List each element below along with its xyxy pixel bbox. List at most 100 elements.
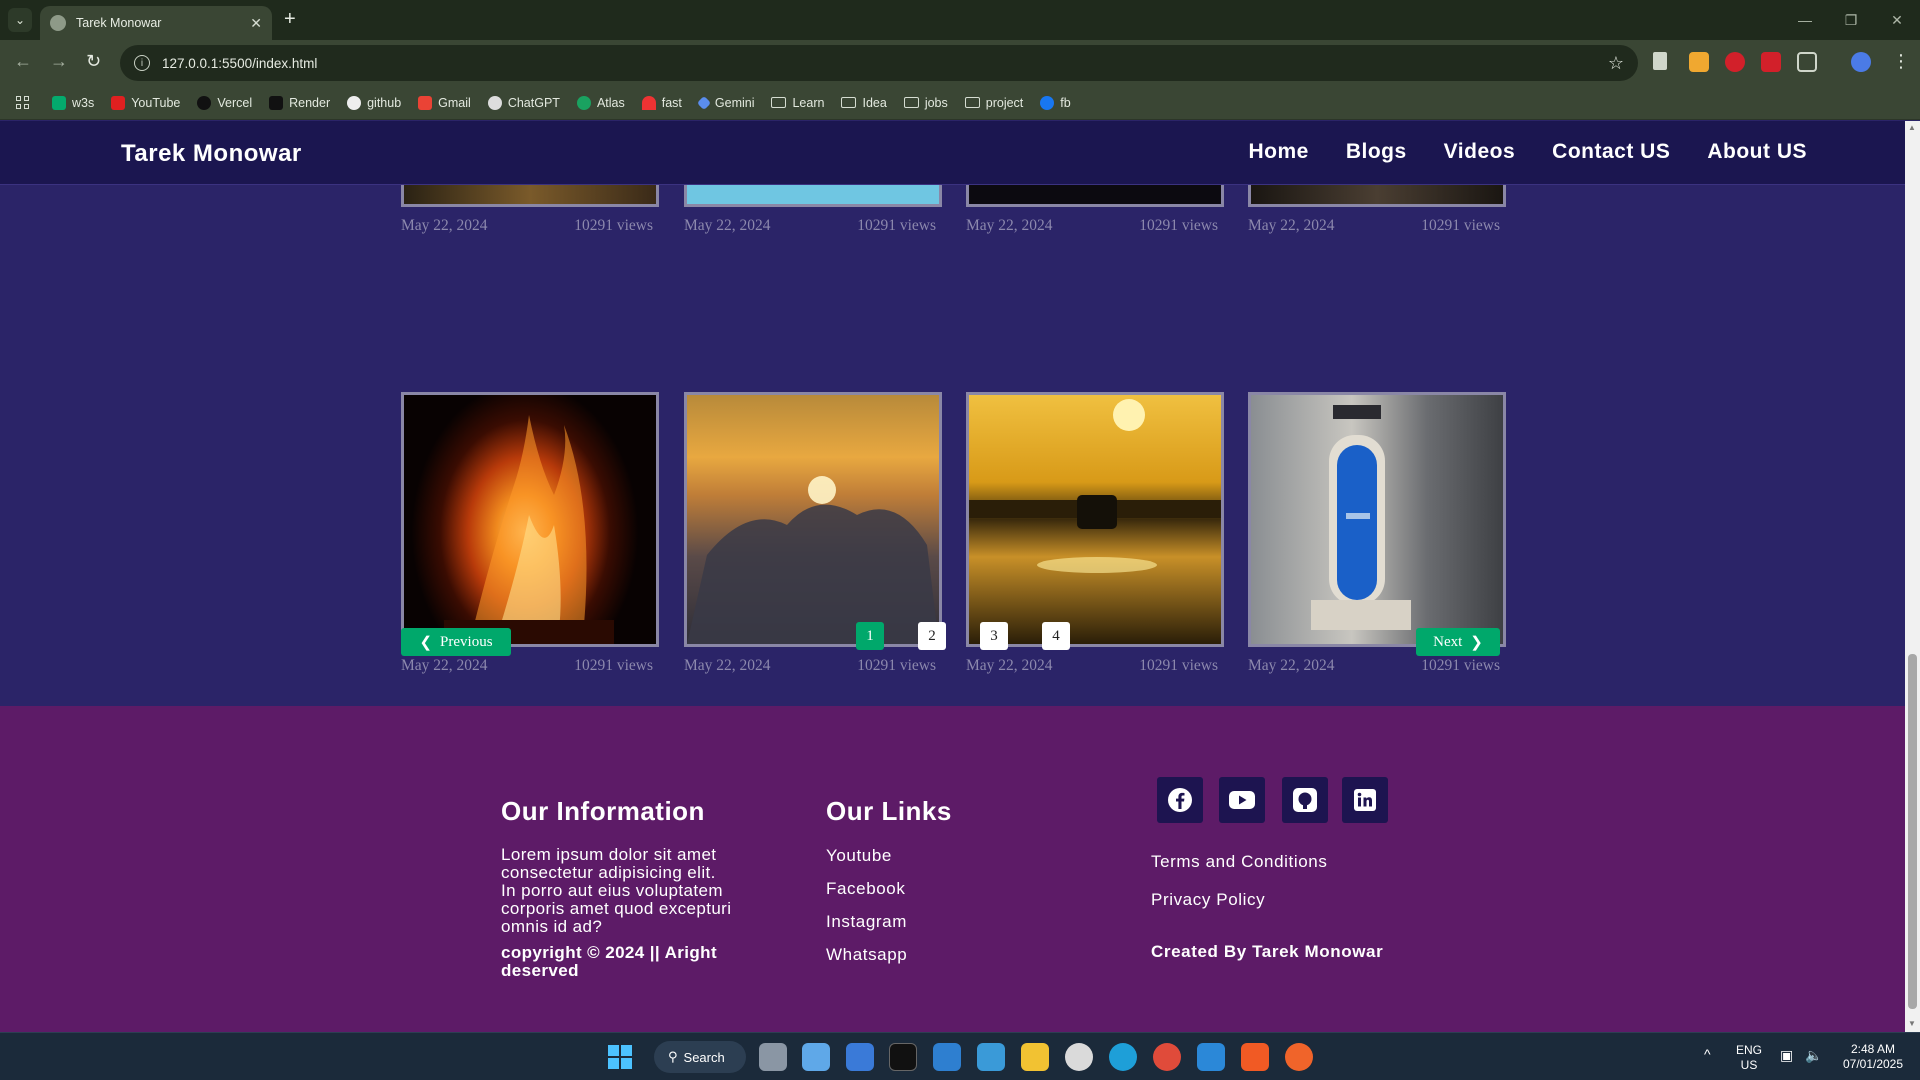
scroll-up-arrow-icon[interactable]: ▲ xyxy=(1908,123,1916,132)
more-menu-icon[interactable]: ⋮ xyxy=(1892,51,1910,72)
chrome-icon[interactable] xyxy=(1153,1043,1181,1071)
photos-icon[interactable] xyxy=(933,1043,961,1071)
nav-videos[interactable]: Videos xyxy=(1444,140,1515,164)
page-2-button[interactable]: 2 xyxy=(918,622,946,650)
store-icon[interactable] xyxy=(846,1043,874,1071)
terminal-icon[interactable] xyxy=(889,1043,917,1071)
gallery-card[interactable]: May 22, 2024 10291 views xyxy=(966,185,1224,235)
campfire-image[interactable] xyxy=(401,392,659,647)
network-icon[interactable]: ▣ xyxy=(1780,1048,1793,1063)
card-views: 10291 views xyxy=(1421,217,1500,234)
page-4-button[interactable]: 4 xyxy=(1042,622,1070,650)
footer-link-youtube[interactable]: Youtube xyxy=(826,846,892,866)
previous-button[interactable]: ❮ Previous xyxy=(401,628,511,656)
bookmark-w3s[interactable]: w3s xyxy=(52,95,94,110)
nav-home[interactable]: Home xyxy=(1248,140,1308,164)
blue-door-image[interactable] xyxy=(1248,392,1506,647)
bookmark-gmail[interactable]: Gmail xyxy=(418,95,471,110)
github-icon[interactable] xyxy=(1282,777,1328,823)
nav-about-us[interactable]: About US xyxy=(1707,140,1807,164)
card-image[interactable] xyxy=(966,185,1224,207)
new-tab-button[interactable]: + xyxy=(284,8,296,31)
facebook-icon[interactable] xyxy=(1157,777,1203,823)
postman-icon[interactable] xyxy=(1285,1043,1313,1071)
brave-icon[interactable] xyxy=(1241,1043,1269,1071)
page-1-button[interactable]: 1 xyxy=(856,622,884,650)
vscode-icon[interactable] xyxy=(1197,1043,1225,1071)
windows-start-icon[interactable] xyxy=(606,1043,634,1071)
bookmark-chatgpt[interactable]: ChatGPT xyxy=(487,95,560,110)
card-date: May 22, 2024 xyxy=(1248,657,1335,674)
privacy-link[interactable]: Privacy Policy xyxy=(1151,890,1265,910)
forward-arrow-icon[interactable]: → xyxy=(50,51,68,72)
restore-button[interactable]: ❐ xyxy=(1828,0,1874,40)
task-view-icon[interactable] xyxy=(759,1043,787,1071)
close-tab-icon[interactable]: ✕ xyxy=(250,15,262,32)
volume-icon[interactable]: 🔈 xyxy=(1805,1048,1822,1063)
nav-contact-us[interactable]: Contact US xyxy=(1552,140,1670,164)
widgets-icon[interactable] xyxy=(802,1043,830,1071)
bookmark-fb[interactable]: fb xyxy=(1040,95,1071,110)
next-button[interactable]: Next ❯ xyxy=(1416,628,1500,656)
back-arrow-icon[interactable]: ← xyxy=(14,51,32,72)
show-hidden-icons[interactable]: ^ xyxy=(1704,1047,1711,1062)
profile-avatar-icon[interactable] xyxy=(1851,52,1871,72)
linkedin-icon[interactable] xyxy=(1342,777,1388,823)
site-info-icon[interactable]: i xyxy=(134,55,150,71)
bookmark-folder-jobs[interactable]: jobs xyxy=(903,96,948,110)
bookmark-github[interactable]: github xyxy=(347,95,401,110)
page-scrollbar[interactable]: ▲ ▼ xyxy=(1905,121,1920,1032)
gmail-icon xyxy=(418,95,433,110)
eyedropper-extension-icon[interactable] xyxy=(1653,52,1667,70)
bookmark-vercel[interactable]: Vercel xyxy=(197,95,252,110)
gallery-card[interactable]: May 22, 2024 10291 views xyxy=(684,185,942,235)
gallery-card[interactable]: May 22, 2024 10291 views xyxy=(1248,185,1506,235)
url-text[interactable]: 127.0.0.1:5500/index.html xyxy=(162,56,1608,71)
card-image[interactable] xyxy=(684,185,942,207)
card-image[interactable] xyxy=(401,185,659,207)
bookmark-render[interactable]: Render xyxy=(269,95,330,110)
close-window-button[interactable]: ✕ xyxy=(1874,0,1920,40)
gallery-card[interactable]: May 22, 2024 10291 views xyxy=(684,392,942,675)
bookmark-star-icon[interactable]: ☆ xyxy=(1608,53,1624,74)
youtube-icon[interactable] xyxy=(1219,777,1265,823)
footer-link-whatsapp[interactable]: Whatsapp xyxy=(826,945,907,965)
apps-grid-icon[interactable] xyxy=(16,95,30,110)
gallery-card[interactable]: May 22, 2024 10291 views xyxy=(401,185,659,235)
file-explorer-icon[interactable] xyxy=(1021,1043,1049,1071)
reload-icon[interactable]: ↻ xyxy=(86,51,101,72)
mail-icon[interactable] xyxy=(977,1043,1005,1071)
chatgpt-icon xyxy=(487,95,502,110)
nav-blogs[interactable]: Blogs xyxy=(1346,140,1407,164)
scroll-thumb[interactable] xyxy=(1908,654,1917,1009)
minimize-button[interactable]: — xyxy=(1782,0,1828,40)
language-indicator[interactable]: ENG US xyxy=(1736,1043,1762,1073)
bookmark-folder-project[interactable]: project xyxy=(964,96,1023,110)
edge-icon[interactable] xyxy=(1109,1043,1137,1071)
bookmark-fast[interactable]: fast xyxy=(641,95,682,110)
extensions-puzzle-icon[interactable] xyxy=(1797,52,1817,72)
site-brand[interactable]: Tarek Monowar xyxy=(121,140,302,168)
sunset-clouds-image[interactable] xyxy=(684,392,942,647)
stop-extension-icon[interactable] xyxy=(1725,52,1745,72)
tab-search-button[interactable]: ⌄ xyxy=(8,8,32,32)
terms-link[interactable]: Terms and Conditions xyxy=(1151,852,1327,872)
footer-link-facebook[interactable]: Facebook xyxy=(826,879,905,899)
bookmark-folder-learn[interactable]: Learn xyxy=(771,96,824,110)
video-extension-icon[interactable] xyxy=(1761,52,1781,72)
bookmark-gemini[interactable]: Gemini xyxy=(696,95,754,110)
footer-link-instagram[interactable]: Instagram xyxy=(826,912,907,932)
card-image[interactable] xyxy=(1248,185,1506,207)
pencil-extension-icon[interactable] xyxy=(1689,52,1709,72)
jeep-sunset-image[interactable] xyxy=(966,392,1224,647)
page-3-button[interactable]: 3 xyxy=(980,622,1008,650)
system-clock[interactable]: 2:48 AM 07/01/2025 xyxy=(1836,1042,1910,1072)
address-bar[interactable]: i 127.0.0.1:5500/index.html ☆ xyxy=(120,45,1638,81)
bookmark-atlas[interactable]: Atlas xyxy=(576,95,625,110)
chatgpt-app-icon[interactable] xyxy=(1065,1043,1093,1071)
scroll-down-arrow-icon[interactable]: ▼ xyxy=(1908,1019,1916,1028)
bookmark-youtube[interactable]: YouTube xyxy=(111,95,180,110)
taskbar-search[interactable]: ⚲ Search xyxy=(654,1041,746,1073)
browser-tab[interactable]: Tarek Monowar ✕ xyxy=(40,6,272,40)
bookmark-folder-idea[interactable]: Idea xyxy=(841,96,887,110)
